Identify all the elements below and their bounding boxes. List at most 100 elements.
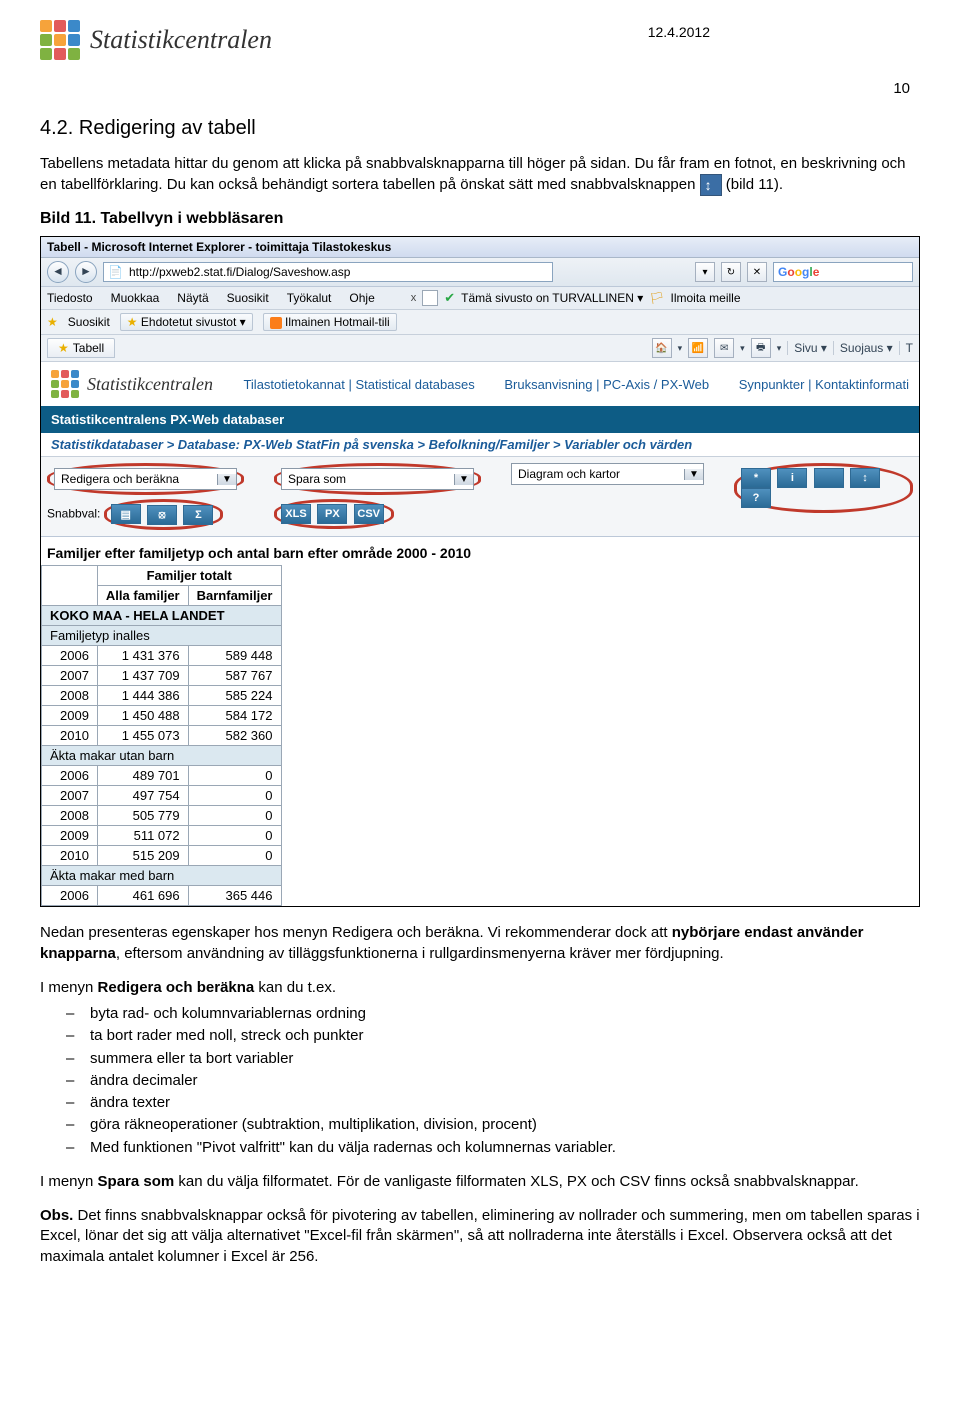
brand-logo-icon [40,20,80,60]
site-logo-icon [51,370,79,398]
report-text[interactable]: Ilmoita meille [670,291,740,305]
nav-synp[interactable]: Synpunkter [739,377,805,392]
refresh-icon[interactable]: ↻ [721,262,741,282]
search-bar[interactable]: Google [773,262,913,282]
table-cell-year: 2006 [42,886,98,906]
snabbval-zero-btn[interactable]: ⦻ [147,505,177,525]
back-button[interactable]: ◄ [47,261,69,283]
obs-text: Det finns snabbvalsknappar också för piv… [40,1207,920,1265]
t3c: kan du välja filformatet. För de vanliga… [174,1173,859,1190]
px-btn[interactable]: PX [317,504,347,524]
table-cell-year: 2010 [42,726,98,746]
menu-ohje[interactable]: Ohje [349,291,374,305]
table-row-subheader: Familjetyp inalles [42,626,282,646]
chevron-down-icon: ▼ [684,469,703,480]
report-icon: 🏳 [649,291,664,305]
table-cell-year: 2010 [42,846,98,866]
table-cell-alla: 1 455 073 [97,726,188,746]
footnote-btn[interactable]: * [741,468,771,488]
page-icon: 📄 [108,265,123,279]
figure-caption: Bild 11. Tabellvyn i webbläsaren [40,210,920,228]
rss-icon [270,317,282,329]
blue-strip: Statistikcentralens PX-Web databaser [41,406,919,433]
forward-button[interactable]: ► [75,261,97,283]
sort-btn[interactable]: ↕ [850,468,880,488]
obs-label: Obs. [40,1207,73,1224]
browser-tab[interactable]: ★ Tabell [47,338,115,358]
para-redigera-list-intro: I menyn Redigera och beräkna kan du t.ex… [40,978,920,998]
safe-text: Tämä sivusto on TURVALLINEN ▾ [461,291,643,305]
tabbar-t[interactable]: T [899,341,913,355]
list-item: summera eller ta bort variabler [66,1049,920,1069]
embedded-screenshot: Tabell - Microsoft Internet Explorer - t… [40,236,920,907]
snabbval-sum-btn[interactable]: Σ [183,505,213,525]
section-title: 4.2. Redigering av tabell [40,117,920,140]
list-item: ändra texter [66,1093,920,1113]
xls-btn[interactable]: XLS [281,504,311,524]
fav-hotmail[interactable]: Ilmainen Hotmail-tili [263,313,397,331]
spara-select[interactable]: Spara som ▼ [281,468,474,490]
table-cell-alla: 1 437 709 [97,666,188,686]
stop-icon[interactable]: ✕ [747,262,767,282]
nav-pcaxis[interactable]: PC-Axis / PX-Web [603,377,709,392]
home-icon[interactable]: 🏠 [652,338,672,358]
table-cell-alla: 497 754 [97,786,188,806]
list-item: byta rad- och kolumnvariablernas ordning [66,1004,920,1024]
info-btn[interactable]: i [777,468,807,488]
close-x-icon[interactable]: x [411,292,417,304]
rss-toolbar-icon[interactable]: 📶 [688,338,708,358]
table-cell-year: 2009 [42,826,98,846]
search-input[interactable] [823,264,907,280]
list-item: göra räkneoperationer (subtraktion, mult… [66,1115,920,1135]
nav-kontakt[interactable]: Kontaktinformati [815,377,909,392]
breadcrumb: Statistikdatabaser > Database: PX-Web St… [41,433,919,457]
nav-tilasto[interactable]: Tilastotietokannat [243,377,344,392]
dropdown-icon[interactable]: ▾ [695,262,715,282]
menu-tyokalut[interactable]: Työkalut [287,291,332,305]
address-bar[interactable]: 📄 [103,262,553,282]
nav-statdb[interactable]: Statistical databases [355,377,474,392]
list-item: ändra decimaler [66,1071,920,1091]
table-cell-year: 2006 [42,646,98,666]
menu-nayta[interactable]: Näytä [177,291,208,305]
menu-suosikit[interactable]: Suosikit [227,291,269,305]
diagram-label: Diagram och kartor [512,467,684,481]
desc-btn[interactable]: ⵹ [814,468,844,488]
date: 12.4.2012 [648,24,710,40]
t3b: Spara som [98,1173,175,1190]
table-cell-barn: 0 [188,846,281,866]
address-input[interactable] [127,264,548,280]
brand: Statistikcentralen [40,20,272,60]
snabbval-pivot-btn[interactable]: ▤ [111,504,141,524]
redigera-select[interactable]: Redigera och beräkna ▼ [54,468,237,490]
table-cell-year: 2007 [42,666,98,686]
star-icon-2: ★ [127,315,138,329]
intro-tail: (bild 11). [726,176,783,193]
intro-paragraph: Tabellens metadata hittar du genom att k… [40,154,920,196]
tabbar-suojaus[interactable]: Suojaus ▾ [833,341,893,355]
chevron-down-icon: ▼ [454,474,473,485]
table-cell-barn: 582 360 [188,726,281,746]
table-cell-year: 2006 [42,766,98,786]
mail-icon[interactable]: ✉ [714,338,734,358]
print-icon[interactable]: 🖶 [751,338,771,358]
spara-label: Spara som [282,472,454,486]
fav-suosikit[interactable]: Suosikit [68,315,110,329]
table-cell-year: 2007 [42,786,98,806]
fav-suggested[interactable]: ★ Ehdotetut sivustot ▾ [120,313,253,331]
table-cell-alla: 1 450 488 [97,706,188,726]
table-cell-barn: 589 448 [188,646,281,666]
csv-btn[interactable]: CSV [354,504,384,524]
table-cell-alla: 461 696 [97,886,188,906]
browser-nav: ◄ ► 📄 ▾ ↻ ✕ Google [41,258,919,287]
diagram-select[interactable]: Diagram och kartor ▼ [511,463,704,485]
tabbar-sivu[interactable]: Sivu ▾ [787,341,827,355]
menu-tiedosto[interactable]: Tiedosto [47,291,93,305]
table-cell-barn: 0 [188,826,281,846]
nav-bruks[interactable]: Bruksanvisning [504,377,592,392]
site-brand: Statistikcentralen [51,370,213,398]
help-btn[interactable]: ? [741,488,771,508]
menu-muokkaa[interactable]: Muokkaa [111,291,160,305]
site-brand-name: Statistikcentralen [87,374,213,395]
star-icon[interactable]: ★ [47,315,58,329]
